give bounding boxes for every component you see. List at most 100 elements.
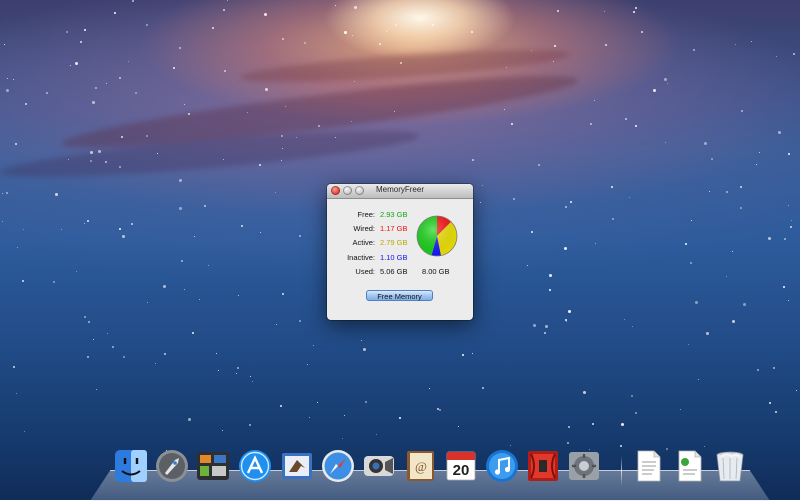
star (280, 134, 283, 137)
star (482, 184, 484, 186)
star (631, 395, 634, 398)
star (211, 26, 214, 29)
star (352, 34, 354, 36)
star (61, 229, 63, 231)
star (251, 381, 253, 383)
star (386, 30, 388, 32)
star (90, 150, 94, 154)
star (790, 219, 792, 221)
star (482, 386, 485, 389)
document-icon[interactable] (630, 448, 666, 484)
star (353, 81, 355, 83)
photo-booth-icon[interactable] (525, 448, 561, 484)
star (79, 40, 82, 43)
star (667, 83, 669, 85)
star (313, 345, 315, 347)
app-store-icon[interactable] (237, 448, 273, 484)
star (692, 49, 695, 52)
star (275, 191, 277, 193)
star (179, 207, 183, 211)
star (222, 430, 224, 432)
document-icon[interactable] (671, 448, 707, 484)
facetime-icon[interactable] (361, 448, 397, 484)
safari-icon[interactable] (320, 448, 356, 484)
star (284, 105, 286, 107)
star (86, 355, 89, 358)
star (207, 264, 209, 266)
star (334, 136, 336, 138)
star (114, 12, 117, 15)
star (353, 6, 357, 10)
calendar-day: 20 (452, 462, 470, 479)
star (351, 121, 353, 123)
star (739, 206, 742, 209)
star (95, 388, 97, 390)
star (183, 288, 185, 290)
star (375, 433, 377, 435)
star (120, 135, 123, 138)
star (131, 0, 134, 3)
star (237, 295, 239, 297)
star (471, 352, 473, 354)
address-book-icon[interactable]: @ (402, 448, 438, 484)
star (260, 232, 262, 234)
mission-control-icon[interactable] (195, 448, 231, 484)
free-memory-button[interactable]: Free Memory (366, 290, 433, 301)
star (756, 369, 759, 372)
star (570, 200, 573, 203)
star (23, 228, 25, 230)
star (557, 9, 560, 12)
star (83, 316, 86, 319)
itunes-icon[interactable] (484, 448, 520, 484)
star (15, 393, 17, 395)
star (705, 332, 709, 336)
star (249, 375, 251, 377)
star (549, 273, 553, 277)
star (691, 219, 693, 221)
star (45, 92, 48, 95)
mail-icon[interactable] (279, 448, 315, 484)
star (296, 137, 298, 139)
star (318, 124, 321, 127)
star (4, 44, 6, 46)
star (298, 320, 301, 323)
star (563, 246, 567, 250)
star (247, 111, 249, 113)
star (594, 242, 596, 244)
star (309, 416, 311, 418)
star (68, 159, 70, 161)
star (775, 55, 777, 57)
star (162, 285, 166, 289)
star (146, 23, 149, 26)
star (506, 67, 508, 69)
star (772, 367, 775, 370)
svg-text:@: @ (415, 459, 427, 474)
star (564, 318, 567, 321)
star (344, 414, 346, 416)
star (634, 412, 637, 415)
star (553, 61, 555, 63)
star (395, 23, 398, 26)
star (400, 61, 403, 64)
star (105, 161, 108, 164)
star (199, 298, 201, 300)
star (726, 275, 728, 277)
stat-label-wired: Wired: (353, 224, 375, 233)
star (684, 242, 687, 245)
star (621, 422, 625, 426)
star (457, 425, 459, 427)
star (742, 303, 746, 307)
star (240, 224, 243, 227)
window-titlebar[interactable]: MemoryFreer (327, 184, 473, 199)
star (511, 123, 514, 126)
star (192, 332, 195, 335)
star (567, 442, 570, 445)
star (118, 77, 121, 79)
launchpad-icon[interactable] (154, 448, 190, 484)
finder-icon[interactable] (113, 448, 149, 484)
star (788, 205, 790, 206)
trash-icon[interactable] (712, 448, 748, 484)
calendar-icon[interactable]: 20 (443, 448, 479, 484)
star (188, 417, 192, 421)
system-preferences-icon[interactable] (566, 448, 602, 484)
